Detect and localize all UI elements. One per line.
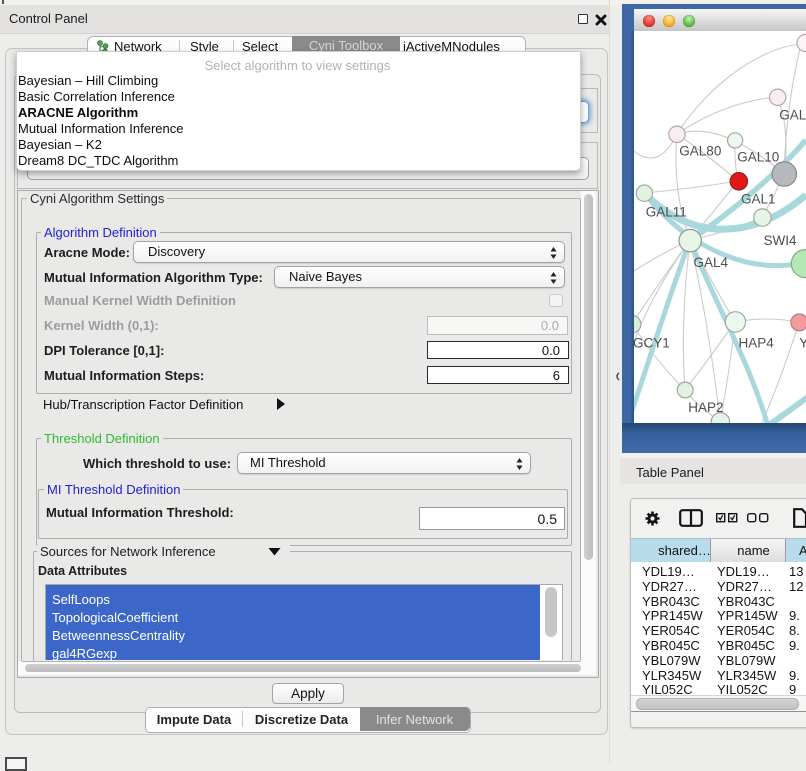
svg-text:Y: Y [799, 336, 806, 351]
svg-text:GAL1: GAL1 [741, 192, 776, 207]
svg-text:GAL10: GAL10 [737, 150, 779, 165]
svg-text:GAL7: GAL7 [779, 108, 806, 123]
svg-text:HAP4: HAP4 [739, 336, 775, 351]
svg-text:SWI4: SWI4 [764, 233, 797, 248]
svg-text:HAP2: HAP2 [688, 400, 723, 415]
svg-text:GAL4: GAL4 [694, 255, 729, 270]
svg-text:GAL11: GAL11 [646, 205, 687, 220]
svg-text:GAL80: GAL80 [679, 144, 721, 159]
svg-text:GCY1: GCY1 [634, 336, 670, 351]
